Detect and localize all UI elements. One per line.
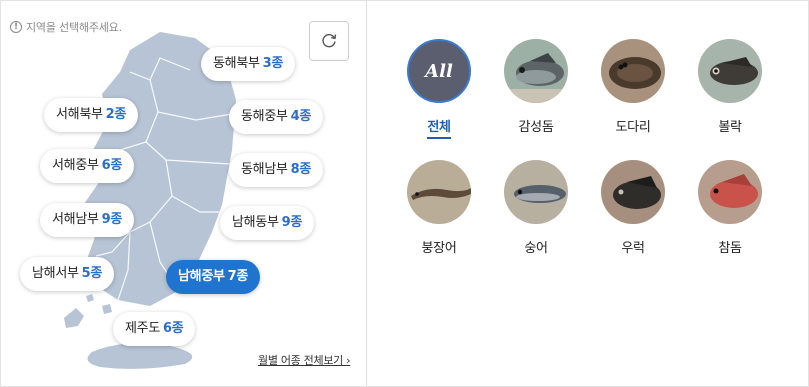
region-count: 9종 — [101, 212, 123, 227]
fish-item-black-seabream[interactable]: 감성돔 — [501, 39, 571, 135]
fish-name: 볼락 — [718, 120, 742, 135]
region-name: 서해북부 — [56, 107, 103, 122]
fish-name: 전체 — [427, 116, 451, 139]
monthly-species-link-text: 월별 어종 전체보기 — [258, 354, 343, 367]
fish-thumb-all: All — [407, 39, 471, 103]
region-name: 남해서부 — [32, 266, 79, 281]
fish-item-flounder[interactable]: 도다리 — [598, 39, 668, 135]
region-name: 서해중부 — [52, 158, 99, 173]
all-label: All — [425, 60, 453, 82]
region-count: 7종 — [227, 269, 249, 284]
region-west-north[interactable]: 서해북부 2종 — [44, 98, 139, 132]
region-east-north[interactable]: 동해북부 3종 — [201, 47, 296, 81]
region-east-central[interactable]: 동해중부 4종 — [229, 100, 324, 134]
region-west-south[interactable]: 서해남부 9종 — [40, 203, 135, 237]
info-icon: ! — [10, 21, 22, 33]
region-count: 2종 — [105, 107, 127, 122]
region-name: 남해중부 — [178, 269, 225, 284]
black-seabream-image — [504, 53, 568, 103]
island-west — [64, 308, 84, 328]
region-west-central[interactable]: 서해중부 6종 — [40, 149, 135, 183]
region-name: 동해남부 — [241, 162, 288, 177]
fish-thumb — [601, 160, 665, 224]
region-notice: ! 지역을 선택해주세요. — [10, 19, 122, 35]
region-name: 남해동부 — [232, 215, 279, 230]
fish-item-red-seabream[interactable]: 참돔 — [695, 160, 765, 256]
region-east-south[interactable]: 동해남부 8종 — [229, 153, 324, 187]
region-count: 8종 — [290, 162, 312, 177]
chevron-right-icon: › — [346, 354, 351, 367]
region-count: 5종 — [81, 266, 103, 281]
fish-thumb — [504, 39, 568, 103]
region-count: 9종 — [281, 215, 303, 230]
fish-name: 도다리 — [615, 120, 651, 135]
region-name: 서해남부 — [52, 212, 99, 227]
island-small-2 — [86, 294, 94, 302]
fish-name: 감성돔 — [518, 120, 554, 135]
region-count: 4종 — [290, 109, 312, 124]
region-south-east[interactable]: 남해동부 9종 — [220, 206, 315, 240]
fish-thumb — [407, 160, 471, 224]
region-name: 제주도 — [125, 321, 160, 336]
region-count: 6종 — [162, 321, 184, 336]
fish-name: 숭어 — [524, 241, 548, 256]
fish-thumb — [601, 39, 665, 103]
conger-eel-image — [411, 188, 471, 200]
fish-thumb — [504, 160, 568, 224]
island-small-1 — [102, 304, 112, 314]
jeju-island — [87, 343, 193, 369]
region-jeju[interactable]: 제주도 6종 — [113, 312, 196, 346]
red-seabream-image — [710, 174, 758, 208]
fish-thumb — [698, 39, 762, 103]
rockfish-image — [710, 57, 758, 85]
fish-item-korean-rockfish[interactable]: 우럭 — [598, 160, 668, 256]
region-panel: ! 지역을 선택해주세요. 동해북부 3종 서해북부 2종 동해중부 4종 서해중부 6… — [0, 0, 367, 387]
fish-thumb — [698, 160, 762, 224]
fish-name: 참돔 — [718, 241, 742, 256]
korean-rockfish-image — [613, 176, 661, 209]
fish-item-all[interactable]: All 전체 — [404, 39, 474, 139]
fish-item-mullet[interactable]: 숭어 — [501, 160, 571, 256]
fish-name: 우럭 — [621, 241, 645, 256]
region-count: 6종 — [101, 158, 123, 173]
mullet-image — [514, 185, 566, 203]
fish-item-conger-eel[interactable]: 붕장어 — [404, 160, 474, 256]
fish-name: 붕장어 — [421, 241, 457, 256]
region-name: 동해북부 — [213, 56, 260, 71]
flounder-image — [609, 57, 661, 89]
fish-panel: All 전체 감성돔 도다리 볼락 붕장어 숭어 우럭 참돔 — [368, 0, 809, 387]
region-south-west[interactable]: 남해서부 5종 — [20, 257, 115, 291]
region-name: 동해중부 — [241, 109, 288, 124]
region-south-central[interactable]: 남해중부 7종 — [166, 260, 261, 294]
monthly-species-link[interactable]: 월별 어종 전체보기 › — [258, 352, 351, 368]
region-notice-text: 지역을 선택해주세요. — [26, 21, 122, 34]
fish-item-rockfish[interactable]: 볼락 — [695, 39, 765, 135]
refresh-icon — [322, 33, 337, 48]
refresh-button[interactable] — [309, 21, 349, 61]
region-count: 3종 — [262, 56, 284, 71]
